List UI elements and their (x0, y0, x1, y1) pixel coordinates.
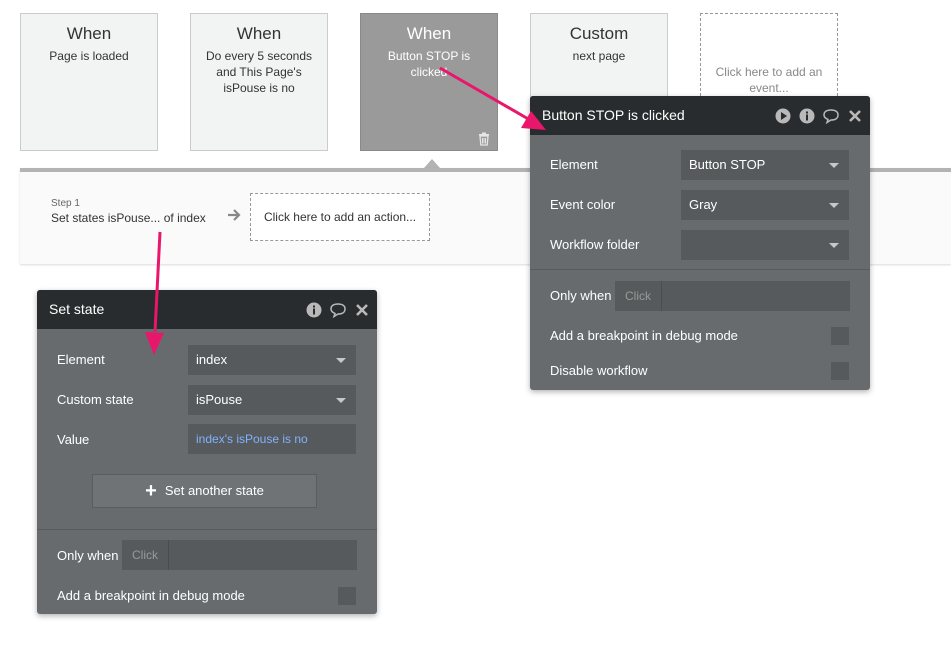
breakpoint-checkbox[interactable] (831, 327, 849, 345)
custom-state-label: Custom state (57, 392, 134, 407)
comment-icon[interactable] (329, 301, 347, 319)
close-icon[interactable] (846, 107, 864, 125)
event-title: When (66, 24, 112, 43)
chevron-down-icon (829, 163, 839, 168)
event-color-label: Event color (550, 197, 616, 212)
play-icon[interactable] (774, 107, 792, 125)
breakpoint-label: Add a breakpoint in debug mode (57, 588, 245, 603)
element-label: Element (57, 352, 105, 367)
event-title: When (406, 24, 452, 43)
divider (530, 269, 870, 270)
event-card-page-loaded[interactable]: When Page is loaded (20, 13, 158, 151)
step-1[interactable]: Step 1 Set states isPouse... of index (51, 198, 206, 225)
event-subtitle: Page is loaded (49, 49, 129, 63)
plus-icon: + (145, 480, 157, 502)
element-value: index (196, 352, 228, 367)
event-subtitle: Do every 5 seconds and This Page's isPou… (205, 49, 313, 95)
info-icon[interactable] (798, 107, 816, 125)
only-when-input[interactable]: Click (122, 540, 357, 570)
panel-title: Set state (49, 301, 105, 317)
close-icon[interactable] (353, 301, 371, 319)
set-another-state-label: Set another state (164, 483, 264, 498)
chevron-down-icon (336, 358, 346, 363)
add-event-label: Click here to add an event... (715, 65, 823, 95)
element-label: Element (550, 157, 598, 172)
event-card-button-stop[interactable]: When Button STOP is clicked (360, 13, 498, 151)
event-color-select[interactable]: Gray (681, 190, 849, 220)
step-title: Set states isPouse... of index (51, 211, 206, 225)
element-select[interactable]: Button STOP (681, 150, 849, 180)
divider (37, 529, 377, 530)
event-subtitle: next page (572, 49, 626, 63)
panel-header: Button STOP is clicked (530, 96, 870, 135)
value-label: Value (57, 432, 90, 447)
panel-title: Button STOP is clicked (542, 107, 685, 123)
event-subtitle: Button STOP is clicked (387, 49, 471, 79)
value-expression-field[interactable]: index's isPouse is no (188, 424, 356, 454)
only-when-label: Only when (550, 288, 612, 303)
add-action-button[interactable]: Click here to add an action... (250, 193, 430, 241)
event-color-value: Gray (689, 197, 718, 212)
chevron-down-icon (829, 203, 839, 208)
workflow-folder-label: Workflow folder (550, 237, 640, 252)
set-state-panel: Set state Element index Custom state isP… (37, 290, 377, 614)
disable-workflow-label: Disable workflow (550, 363, 648, 378)
breakpoint-label: Add a breakpoint in debug mode (550, 328, 738, 343)
comment-icon[interactable] (822, 107, 840, 125)
selected-event-pointer (424, 159, 440, 168)
panel-header: Set state (37, 290, 377, 329)
set-another-state-button[interactable]: + Set another state (92, 474, 317, 508)
step-number: Step 1 (51, 198, 80, 209)
custom-state-value: isPouse (196, 392, 243, 407)
event-card-do-every[interactable]: When Do every 5 seconds and This Page's … (190, 13, 328, 151)
only-when-label: Only when (57, 548, 119, 563)
only-when-placeholder: Click (615, 281, 662, 311)
event-title: When (236, 24, 282, 43)
trash-icon[interactable] (477, 132, 491, 146)
chevron-down-icon (336, 398, 346, 403)
workflow-folder-select[interactable] (681, 230, 849, 260)
breakpoint-checkbox[interactable] (338, 587, 356, 605)
custom-state-select[interactable]: isPouse (188, 385, 356, 415)
event-title: Custom (569, 24, 629, 43)
arrow-right-icon (228, 209, 241, 221)
only-when-placeholder: Click (122, 540, 169, 570)
disable-workflow-checkbox[interactable] (831, 362, 849, 380)
element-value: Button STOP (689, 157, 766, 172)
info-icon[interactable] (305, 301, 323, 319)
only-when-input[interactable]: Click (615, 281, 850, 311)
element-select[interactable]: index (188, 345, 356, 375)
event-properties-panel: Button STOP is clicked Element Button ST… (530, 96, 870, 390)
chevron-down-icon (829, 243, 839, 248)
